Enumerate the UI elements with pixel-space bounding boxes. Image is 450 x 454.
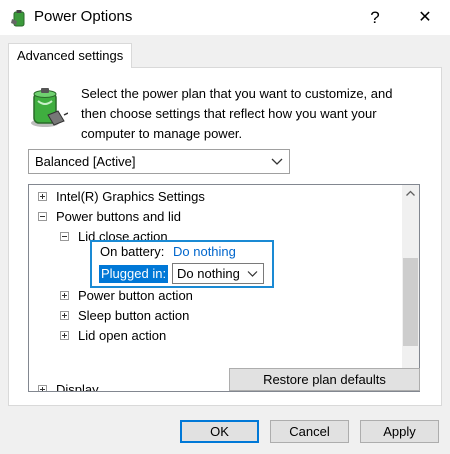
- tree-item-sleep-button-action[interactable]: Sleep button action: [78, 306, 189, 326]
- restore-plan-defaults-button[interactable]: Restore plan defaults: [229, 368, 420, 391]
- power-options-icon: [11, 10, 25, 27]
- expand-icon[interactable]: [60, 311, 69, 320]
- tree-item-intel-graphics[interactable]: Intel(R) Graphics Settings: [56, 187, 205, 207]
- on-battery-value-link[interactable]: Do nothing: [173, 244, 236, 259]
- dialog-client: Advanced settings Select the power plan …: [0, 35, 450, 454]
- power-plan-dropdown[interactable]: Balanced [Active]: [28, 149, 290, 174]
- plugged-in-label: Plugged in:: [99, 265, 169, 283]
- chevron-down-icon: [271, 158, 283, 165]
- tree-item-lid-open-action[interactable]: Lid open action: [78, 326, 166, 346]
- apply-button[interactable]: Apply: [360, 420, 439, 443]
- tree-item-power-buttons-and-lid[interactable]: Power buttons and lid: [56, 207, 181, 227]
- battery-plug-icon: [31, 88, 68, 127]
- tab-advanced-settings[interactable]: Advanced settings: [8, 43, 133, 68]
- help-button[interactable]: ?: [360, 4, 390, 32]
- tree-scrollbar[interactable]: [402, 185, 419, 391]
- plugged-in-dropdown[interactable]: Do nothing: [172, 263, 264, 284]
- expand-icon[interactable]: [38, 385, 47, 391]
- collapse-icon[interactable]: [60, 232, 69, 241]
- collapse-icon[interactable]: [38, 212, 47, 221]
- close-button[interactable]: ✕: [408, 4, 442, 32]
- window-title: Power Options: [34, 8, 133, 25]
- expand-icon[interactable]: [38, 192, 47, 201]
- ok-button[interactable]: OK: [180, 420, 259, 443]
- scroll-thumb[interactable]: [403, 258, 418, 346]
- power-plan-value: Balanced [Active]: [35, 154, 136, 169]
- scroll-up-icon[interactable]: [402, 185, 419, 202]
- chevron-down-icon: [247, 271, 258, 277]
- tree-item-display[interactable]: Display: [56, 380, 99, 391]
- plugged-in-value: Do nothing: [177, 266, 240, 281]
- title-bar: Power Options ? ✕: [0, 0, 450, 35]
- plan-description: Select the power plan that you want to c…: [81, 86, 393, 141]
- tree-item-power-button-action[interactable]: Power button action: [78, 286, 193, 306]
- on-battery-label: On battery:: [100, 244, 165, 259]
- expand-icon[interactable]: [60, 291, 69, 300]
- expand-icon[interactable]: [60, 331, 69, 340]
- cancel-button[interactable]: Cancel: [270, 420, 349, 443]
- settings-tree[interactable]: Intel(R) Graphics Settings Power buttons…: [28, 184, 420, 392]
